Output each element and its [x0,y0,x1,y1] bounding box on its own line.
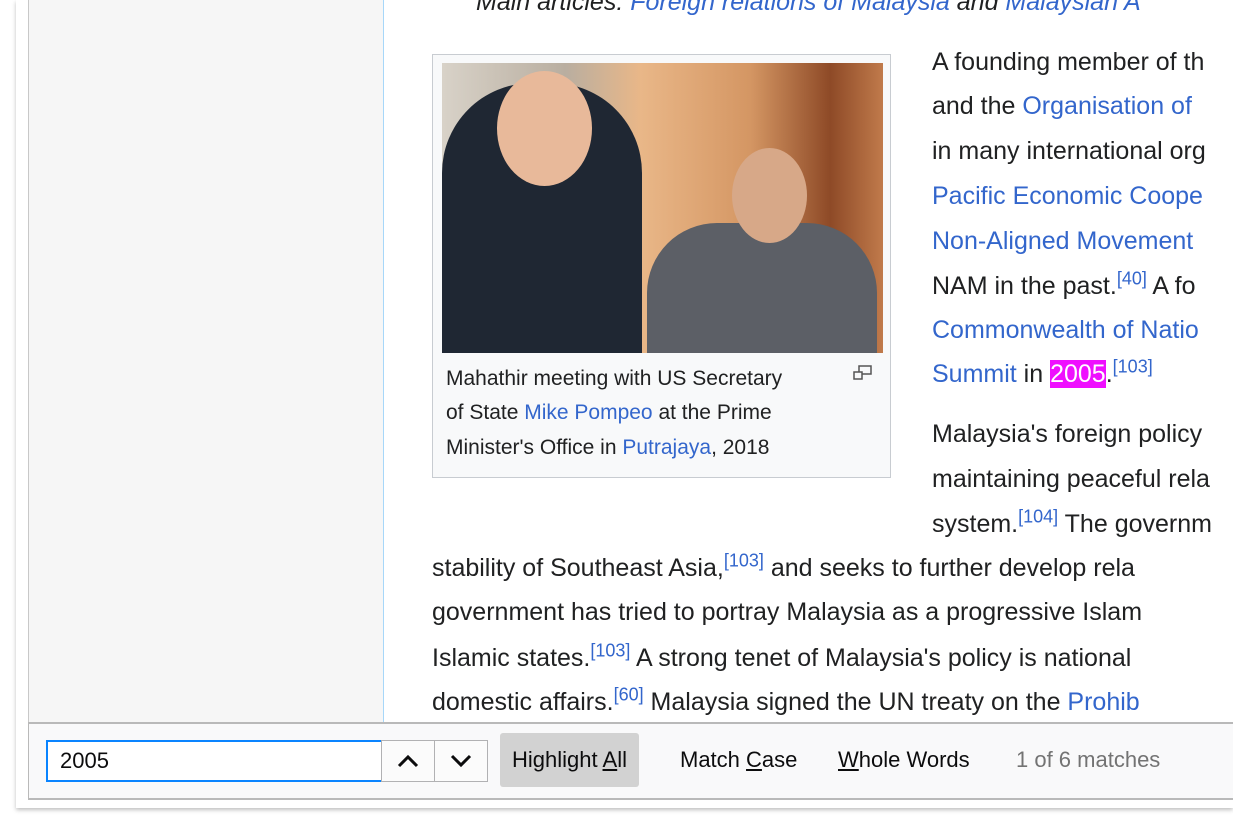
link-putrajaya[interactable]: Putrajaya [622,436,711,459]
highlight-all-toggle[interactable]: Highlight All [500,733,639,787]
link-malaysian-a[interactable]: Malaysian A [1005,0,1140,16]
link-apec[interactable]: Pacific Economic Coope [932,182,1203,210]
text-line: Non-Aligned Movement [932,227,1193,256]
text-line: Pacific Economic Coope [932,182,1203,211]
text-line: government has tried to portray Malaysia… [432,598,1143,626]
whole-words-toggle[interactable]: Whole Words [826,733,982,787]
text-line: in many international org [932,137,1206,165]
ref[interactable]: [103] [724,551,764,571]
text-line: stability of Southeast Asia,[103] and se… [432,550,1135,582]
hatnote: Main articles: Foreign relations of Mala… [476,0,1141,17]
link-nam[interactable]: Non-Aligned Movement [932,227,1193,255]
photo-mahathir-pompeo[interactable] [442,63,883,353]
link-oic[interactable]: Organisation of [1022,92,1192,120]
link-commonwealth[interactable]: Commonwealth of Natio [932,316,1199,344]
find-bar: 2005 Highlight All Match Case Whole Word… [28,722,1233,800]
caption-line: Mahathir meeting with US Secretary [446,367,783,390]
link-foreign-relations[interactable]: Foreign relations of Malaysia [630,0,950,16]
text-line: Malaysia's foreign policy [932,420,1203,448]
text-line: maintaining peaceful rela [932,465,1210,493]
text-line: NAM in the past.[40] A fo [932,268,1196,300]
text-line: Islamic states.[103] A strong tenet of M… [432,640,1132,672]
chevron-down-icon [450,754,472,768]
text-line: A founding member of th [932,48,1205,76]
link-mike-pompeo[interactable]: Mike Pompeo [524,401,652,424]
match-case-toggle[interactable]: Match Case [668,733,809,787]
article-content: Main articles: Foreign relations of Mala… [383,0,1233,722]
ref[interactable]: [104] [1018,507,1058,527]
find-next-button[interactable] [434,740,488,782]
text-line: domestic affairs.[60] Malaysia signed th… [432,684,1140,716]
link-prohibition-treaty[interactable]: Prohib [1067,688,1139,716]
find-input[interactable]: 2005 [46,740,386,782]
match-status: 1 of 6 matches [1016,747,1161,772]
ref[interactable]: [103] [1113,357,1153,377]
sidebar [28,0,383,722]
ref[interactable]: [60] [614,685,644,705]
find-previous-button[interactable] [381,740,435,782]
image-thumbnail: Mahathir meeting with US Secretary of St… [432,54,891,478]
caption-line: Minister's Office in Putrajaya, 2018 [446,436,770,459]
text-line: Summit in 2005.[103] [932,356,1153,388]
caption-line: of State Mike Pompeo at the Prime [446,401,772,424]
screen: Main articles: Foreign relations of Mala… [0,0,1233,822]
chevron-up-icon [397,754,419,768]
text-line: Commonwealth of Natio [932,316,1199,345]
ref[interactable]: [103] [590,641,630,661]
find-highlight: 2005 [1050,360,1106,388]
enlarge-icon[interactable] [853,365,873,381]
text-line: system.[104] The governm [932,506,1212,538]
link-summit[interactable]: Summit [932,360,1017,388]
text-line: and the Organisation of [932,92,1192,120]
ref[interactable]: [40] [1117,269,1147,289]
